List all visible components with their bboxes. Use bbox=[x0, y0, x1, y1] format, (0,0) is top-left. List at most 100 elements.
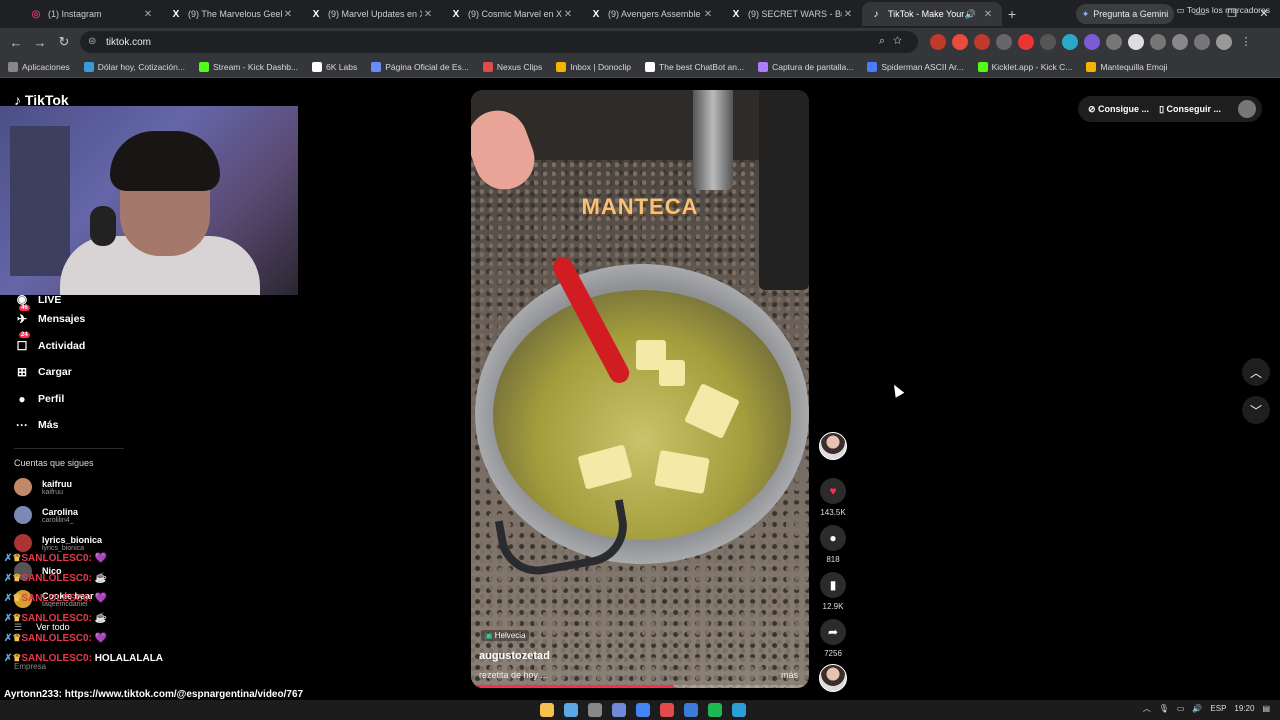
back-button[interactable]: ← bbox=[4, 35, 28, 50]
brave-icon[interactable] bbox=[660, 703, 674, 717]
extension-icon[interactable] bbox=[1040, 34, 1056, 50]
bookmark-item[interactable]: Nexus Clips bbox=[482, 61, 542, 72]
app-icon[interactable] bbox=[564, 703, 578, 717]
network-icon[interactable]: ▭ bbox=[1177, 704, 1185, 713]
bookmark-button[interactable]: ▮ 12.9K bbox=[816, 572, 850, 611]
sidebar-item-upload[interactable]: ⊞ Cargar bbox=[14, 359, 214, 386]
bookmark-item[interactable]: Inbox | Donoclip bbox=[556, 61, 631, 72]
gemini-button[interactable]: ✦ Pregunta a Gemini bbox=[1076, 4, 1174, 24]
tab-2[interactable]: X (9) Marvel Updates en X: "✕ bbox=[302, 2, 442, 26]
all-bookmarks-button[interactable]: ▭ Todos los marcadores bbox=[1177, 5, 1270, 16]
app-icon[interactable] bbox=[684, 703, 698, 717]
music-avatar-button[interactable] bbox=[816, 664, 850, 692]
volume-icon[interactable]: 🔊 bbox=[1192, 704, 1202, 713]
sidebar-item-profile[interactable]: ● Perfil bbox=[14, 386, 214, 413]
comment-button[interactable]: ● 818 bbox=[816, 525, 850, 564]
bookmark-item[interactable]: Aplicaciones bbox=[8, 61, 70, 72]
sidebar-item-messages[interactable]: ✈ 46 Mensajes bbox=[14, 305, 214, 333]
discord-icon[interactable] bbox=[612, 703, 626, 717]
tab-close-icon[interactable]: ✕ bbox=[982, 9, 994, 20]
microphone-icon[interactable]: 🎙 bbox=[1159, 704, 1169, 713]
tab-6[interactable]: ♪ TikTok - Make Your Da🔊 ✕ bbox=[862, 2, 1002, 26]
bookmark-item[interactable]: Stream - Kick Dashb... bbox=[198, 61, 298, 72]
bookmark-item[interactable]: Spiderman ASCII Ar... bbox=[867, 61, 964, 72]
tab-4[interactable]: X (9) Avengers Assemble en✕ bbox=[582, 2, 722, 26]
tab-0[interactable]: ◎ (1) Instagram ✕ bbox=[22, 2, 162, 26]
notifications-icon[interactable]: ▤ bbox=[1262, 704, 1270, 713]
music-avatar bbox=[819, 664, 847, 692]
file-explorer-icon[interactable] bbox=[540, 703, 554, 717]
extension-icon[interactable] bbox=[1018, 34, 1034, 50]
tab-close-icon[interactable]: ✕ bbox=[422, 9, 434, 20]
following-account[interactable]: kaifruu kaifruu bbox=[14, 478, 72, 496]
webcam-shelf bbox=[10, 126, 70, 276]
sidebar-item-activity[interactable]: ☐ 24 Actividad bbox=[14, 331, 214, 360]
video-player[interactable]: MANTECA ▣ Helvecia augustozetad rezetita… bbox=[471, 90, 809, 688]
reading-list-icon[interactable] bbox=[1194, 34, 1210, 50]
extension-icon[interactable] bbox=[1084, 34, 1100, 50]
bookmark-label: Spiderman ASCII Ar... bbox=[881, 61, 964, 72]
chat-message: ✗♛SANLOLESC0: 💜 bbox=[4, 553, 107, 564]
tab-close-icon[interactable]: ✕ bbox=[842, 9, 854, 20]
heart-button[interactable]: ♥ 143.5K bbox=[816, 478, 850, 517]
user-avatar[interactable] bbox=[1238, 100, 1256, 118]
bookmark-item[interactable]: Mantequilla Emoji bbox=[1086, 61, 1167, 72]
bookmark-item[interactable]: 6K Labs bbox=[312, 61, 357, 72]
next-video-button[interactable]: ﹀ bbox=[1242, 396, 1270, 424]
adblock-icon[interactable] bbox=[974, 34, 990, 50]
bookmark-item[interactable]: Captura de pantalla... bbox=[758, 61, 853, 72]
bookmark-item[interactable]: Kicklet.app - Kick C... bbox=[977, 61, 1072, 72]
tray-chevron-icon[interactable]: ︿ bbox=[1143, 703, 1151, 714]
extension-icon[interactable] bbox=[996, 34, 1012, 50]
reload-button[interactable]: ↻ bbox=[52, 34, 76, 50]
new-tab-button[interactable]: + bbox=[1002, 6, 1022, 22]
menu-icon[interactable]: ⋮ bbox=[1238, 34, 1254, 50]
profile-avatar-icon[interactable] bbox=[1216, 34, 1232, 50]
zoom-icon[interactable]: ⌕ bbox=[879, 35, 893, 47]
puzzle-icon[interactable] bbox=[1172, 34, 1188, 50]
extension-icon[interactable] bbox=[930, 34, 946, 50]
bookmark-item[interactable]: The best ChatBot an... bbox=[645, 61, 744, 72]
forward-button[interactable]: → bbox=[28, 35, 52, 50]
audio-icon[interactable]: 🔊 bbox=[965, 9, 976, 20]
get-app-button[interactable]: ▯ Conseguir ... bbox=[1159, 104, 1221, 115]
tab-close-icon[interactable]: ✕ bbox=[562, 9, 574, 20]
video-more-button[interactable]: más bbox=[781, 670, 798, 680]
video-progress-bar[interactable] bbox=[471, 685, 809, 688]
edge-icon[interactable] bbox=[732, 703, 746, 717]
tab-close-icon[interactable]: ✕ bbox=[282, 9, 294, 20]
extension-icon[interactable] bbox=[1128, 34, 1144, 50]
following-account[interactable]: Carolina carolilin4_ bbox=[14, 506, 78, 524]
extension-icon[interactable] bbox=[1106, 34, 1122, 50]
sidebar-item-more[interactable]: ··· Más bbox=[14, 412, 214, 439]
bookmark-item[interactable]: Dólar hoy, Cotización... bbox=[83, 61, 185, 72]
following-account[interactable]: lyrics_bionica lyrics_bionica bbox=[14, 534, 102, 552]
clock[interactable]: 19:20 bbox=[1234, 704, 1254, 713]
tab-3[interactable]: X (9) Cosmic Marvel en X: "J✕ bbox=[442, 2, 582, 26]
extension-icon[interactable] bbox=[1062, 34, 1078, 50]
previous-video-button[interactable]: ︿ bbox=[1242, 358, 1270, 386]
address-bar: ← → ↻ ⊜ tiktok.com ⌕☆ ⋮ bbox=[0, 28, 1280, 56]
video-tag[interactable]: ▣ Helvecia bbox=[481, 630, 530, 641]
bookmark-star-icon[interactable]: ☆ bbox=[893, 35, 910, 47]
tab-5[interactable]: X (9) SECRET WARS - Buscar✕ bbox=[722, 2, 862, 26]
chrome-icon[interactable] bbox=[636, 703, 650, 717]
extension-icon[interactable] bbox=[952, 34, 968, 50]
video-author[interactable]: augustozetad bbox=[479, 650, 550, 662]
language-indicator[interactable]: ESP bbox=[1210, 704, 1226, 713]
tab-close-icon[interactable]: ✕ bbox=[702, 9, 714, 20]
get-coins-button[interactable]: ⊘ Consigue ... bbox=[1088, 104, 1149, 115]
sidebar-item-label: Perfil bbox=[38, 392, 65, 405]
creator-avatar-button[interactable] bbox=[816, 432, 850, 460]
url-field[interactable]: ⊜ tiktok.com ⌕☆ bbox=[80, 31, 918, 53]
tab-close-icon[interactable]: ✕ bbox=[142, 9, 154, 20]
tab-1[interactable]: X (9) The Marvelous Geek en✕ bbox=[162, 2, 302, 26]
action-count: 12.9K bbox=[822, 602, 844, 611]
bookmark-favicon-icon bbox=[867, 61, 878, 72]
site-info-icon[interactable]: ⊜ bbox=[88, 36, 96, 47]
share-button[interactable]: ➦ 7256 bbox=[816, 619, 850, 658]
app-icon[interactable] bbox=[588, 703, 602, 717]
spotify-icon[interactable] bbox=[708, 703, 722, 717]
extension-icon[interactable] bbox=[1150, 34, 1166, 50]
bookmark-item[interactable]: Página Oficial de Es... bbox=[371, 61, 469, 72]
